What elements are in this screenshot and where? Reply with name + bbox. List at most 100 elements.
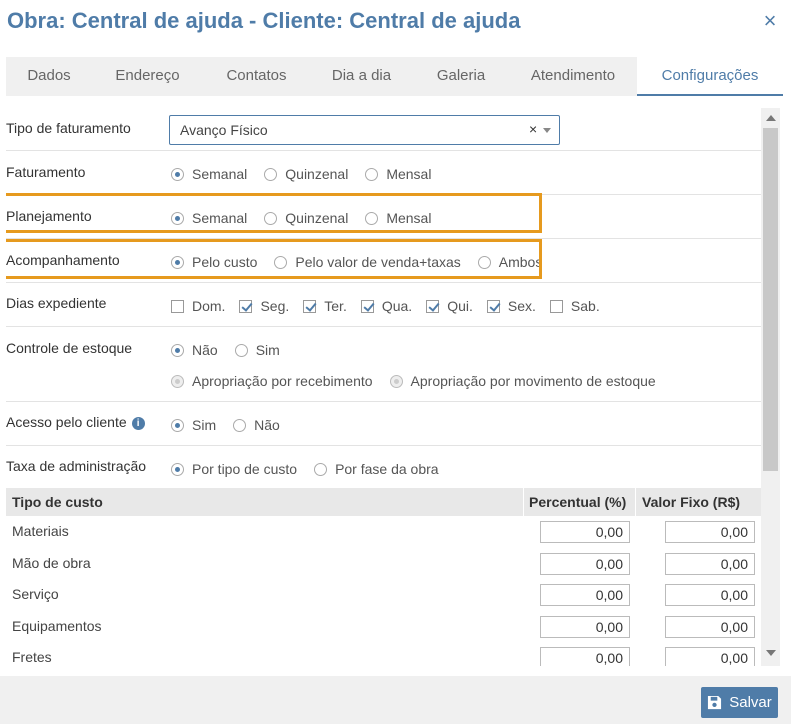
faturamento-option-mensal[interactable]: Mensal — [365, 166, 431, 182]
tab-configuracoes[interactable]: Configurações — [637, 57, 783, 96]
dialog-title: Obra: Central de ajuda - Cliente: Centra… — [7, 8, 521, 33]
tipo-faturamento-select[interactable]: Avanço Físico × — [169, 115, 560, 145]
scroll-up-icon[interactable] — [766, 115, 776, 121]
chevron-down-icon[interactable] — [543, 128, 551, 133]
highlight-acompanhamento — [6, 239, 542, 279]
highlight-planejamento — [6, 193, 542, 233]
radio-icon[interactable] — [234, 343, 248, 357]
column-header-tipo-custo: Tipo de custo — [12, 494, 103, 510]
acesso-cliente-options: Sim Não — [171, 417, 297, 433]
dias-expediente-options: Dom. Seg. Ter. Qua. Qui. Sex. Sab. — [171, 298, 614, 314]
dialog-footer: Salvar — [0, 676, 791, 724]
tab-atendimento[interactable]: Atendimento — [509, 57, 637, 96]
save-button[interactable]: Salvar — [701, 687, 778, 718]
faturamento-options: Semanal Quinzenal Mensal — [171, 166, 448, 182]
tipo-custo-cell: Equipamentos — [12, 617, 102, 634]
column-header-percentual: Percentual (%) — [529, 494, 627, 510]
day-checkbox-6[interactable]: Sab. — [549, 298, 600, 314]
tab-bar: Dados Endereço Contatos Dia a dia Galeri… — [6, 57, 783, 96]
table-row: Materiais 0,00 0,00 — [6, 516, 761, 548]
checkbox-checked-icon[interactable] — [239, 299, 253, 313]
taxa-administracao-row: Taxa de administração Por tipo de custo … — [6, 446, 761, 488]
day-checkbox-2[interactable]: Ter. — [303, 298, 347, 314]
radio-icon[interactable] — [233, 418, 247, 432]
checkbox-checked-icon[interactable] — [303, 299, 317, 313]
acesso-cliente-label: Acesso pelo cliente i — [6, 414, 145, 430]
acesso-cliente-option-nao[interactable]: Não — [233, 417, 280, 433]
percentual-input[interactable]: 0,00 — [540, 521, 630, 543]
dias-expediente-row: Dias expediente Dom. Seg. Ter. Qua. Qui. Sex.… — [6, 283, 761, 327]
day-checkbox-0[interactable]: Dom. — [171, 298, 225, 314]
percentual-input[interactable]: 0,00 — [540, 552, 630, 575]
tipo-custo-cell: Fretes — [12, 649, 52, 665]
valor-fixo-input[interactable]: 0,00 — [665, 647, 755, 666]
vertical-scrollbar[interactable] — [761, 108, 780, 666]
checkbox-checked-icon[interactable] — [360, 299, 374, 313]
radio-icon[interactable] — [171, 418, 184, 432]
dias-expediente-label: Dias expediente — [6, 295, 107, 311]
percentual-input[interactable]: 0,00 — [540, 647, 630, 666]
valor-fixo-input[interactable]: 0,00 — [665, 615, 755, 638]
tab-endereco[interactable]: Endereço — [92, 57, 203, 96]
radio-icon[interactable] — [171, 374, 184, 388]
percentual-input[interactable]: 0,00 — [540, 584, 630, 606]
taxa-option-fase-obra[interactable]: Por fase da obra — [314, 461, 439, 477]
controle-estoque-sub-options: Apropriação por recebimento Apropriação … — [171, 373, 673, 389]
clear-icon[interactable]: × — [529, 121, 537, 137]
radio-icon[interactable] — [264, 167, 278, 181]
day-checkbox-4[interactable]: Qui. — [426, 298, 473, 314]
controle-estoque-option-sim[interactable]: Sim — [234, 342, 280, 358]
tab-dados[interactable]: Dados — [6, 57, 92, 96]
radio-icon[interactable] — [171, 343, 184, 357]
day-checkbox-1[interactable]: Seg. — [239, 298, 289, 314]
checkbox-icon[interactable] — [171, 299, 184, 313]
faturamento-option-semanal[interactable]: Semanal — [171, 166, 247, 182]
taxa-administracao-label: Taxa de administração — [6, 458, 147, 474]
tipo-faturamento-row: Tipo de faturamento Avanço Físico × — [6, 108, 761, 151]
table-row: Equipamentos 0,00 0,00 — [6, 611, 761, 643]
radio-icon[interactable] — [314, 462, 328, 476]
radio-icon[interactable] — [171, 462, 184, 476]
valor-fixo-input[interactable]: 0,00 — [665, 552, 755, 575]
controle-estoque-option-nao[interactable]: Não — [171, 342, 218, 358]
day-checkbox-5[interactable]: Sex. — [486, 298, 536, 314]
radio-icon[interactable] — [365, 167, 379, 181]
tipo-custo-cell: Materiais — [12, 523, 69, 539]
percentual-input[interactable]: 0,00 — [540, 615, 630, 638]
tipo-faturamento-value: Avanço Físico — [180, 122, 268, 138]
apropriacao-movimento-option[interactable]: Apropriação por movimento de estoque — [389, 373, 656, 389]
column-divider — [523, 488, 524, 516]
tipo-faturamento-label: Tipo de faturamento — [6, 120, 131, 136]
controle-estoque-label: Controle de estoque — [6, 340, 133, 356]
scrollbar-thumb[interactable] — [763, 128, 778, 471]
controle-estoque-options: Não Sim — [171, 342, 297, 358]
checkbox-icon[interactable] — [549, 299, 563, 313]
tab-contatos[interactable]: Contatos — [203, 57, 310, 96]
checkbox-checked-icon[interactable] — [486, 299, 500, 313]
valor-fixo-input[interactable]: 0,00 — [665, 521, 755, 543]
tab-galeria[interactable]: Galeria — [413, 57, 509, 96]
taxa-option-tipo-custo[interactable]: Por tipo de custo — [171, 461, 297, 477]
radio-icon[interactable] — [171, 167, 184, 181]
close-icon[interactable]: × — [759, 8, 781, 34]
acesso-cliente-option-sim[interactable]: Sim — [171, 417, 216, 433]
table-row: Fretes 0,00 0,00 — [6, 642, 761, 666]
tab-dia-a-dia[interactable]: Dia a dia — [310, 57, 413, 96]
acesso-cliente-row: Acesso pelo cliente i Sim Não — [6, 402, 761, 446]
checkbox-checked-icon[interactable] — [426, 299, 440, 313]
tipo-custo-cell: Mão de obra — [12, 554, 91, 571]
column-header-valor-fixo: Valor Fixo (R$) — [642, 494, 741, 510]
scroll-down-icon[interactable] — [766, 650, 776, 656]
radio-icon[interactable] — [389, 374, 403, 388]
save-label: Salvar — [729, 694, 772, 711]
floppy-disk-icon — [708, 695, 722, 710]
valor-fixo-input[interactable]: 0,00 — [665, 584, 755, 606]
info-icon[interactable]: i — [131, 417, 145, 430]
controle-estoque-row: Controle de estoque Não Sim Apropriação … — [6, 327, 761, 402]
faturamento-option-quinzenal[interactable]: Quinzenal — [264, 166, 348, 182]
day-checkbox-3[interactable]: Qua. — [360, 298, 412, 314]
table-row: Serviço 0,00 0,00 — [6, 579, 761, 611]
faturamento-row: Faturamento Semanal Quinzenal Mensal — [6, 151, 761, 195]
table-row: Mão de obra 0,00 0,00 — [6, 548, 761, 580]
apropriacao-recebimento-option[interactable]: Apropriação por recebimento — [171, 373, 373, 389]
